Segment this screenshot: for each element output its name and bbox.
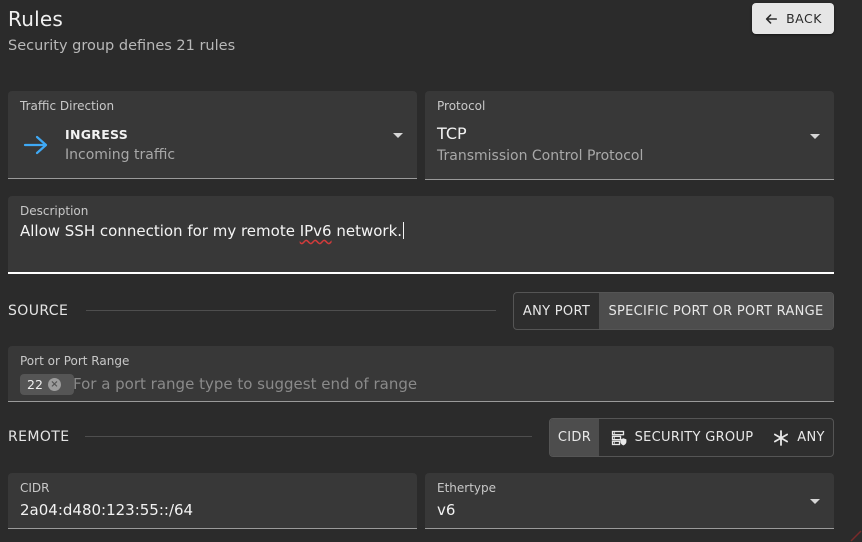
cidr-option-label: CIDR xyxy=(557,430,592,445)
page-title: Rules xyxy=(8,7,63,31)
protocol-select[interactable]: Protocol TCP Transmission Control Protoc… xyxy=(425,91,834,180)
asterisk-icon xyxy=(774,429,789,446)
any-option-label: ANY xyxy=(797,430,825,445)
any-option[interactable]: ANY xyxy=(765,419,833,456)
description-text-start: Allow SSH connection for my remote xyxy=(20,222,300,240)
description-label: Description xyxy=(20,204,89,218)
description-text-end: network. xyxy=(331,222,403,240)
port-range-field[interactable]: Port or Port Range 22 × For a port range… xyxy=(8,346,834,402)
chevron-down-icon xyxy=(393,133,403,138)
text-cursor xyxy=(403,222,405,239)
description-input[interactable]: Allow SSH connection for my remote IPv6 … xyxy=(20,222,405,240)
security-group-option-label: SECURITY GROUP xyxy=(634,430,754,445)
description-field[interactable]: Description Allow SSH connection for my … xyxy=(8,196,834,274)
chevron-down-icon xyxy=(810,499,820,504)
cidr-option[interactable]: CIDR xyxy=(550,419,599,456)
back-button[interactable]: BACK xyxy=(752,3,834,34)
specific-port-option[interactable]: SPECIFIC PORT OR PORT RANGE xyxy=(599,293,833,329)
security-group-option[interactable]: SECURITY GROUP xyxy=(599,419,765,456)
back-button-label: BACK xyxy=(786,11,822,26)
cidr-field[interactable]: CIDR 2a04:d480:123:55::/64 xyxy=(8,473,417,529)
traffic-direction-select[interactable]: Traffic Direction INGRESS Incoming traff… xyxy=(8,91,417,179)
any-port-option[interactable]: ANY PORT xyxy=(514,293,599,329)
protocol-label: Protocol xyxy=(437,99,486,113)
remote-section-label: REMOTE xyxy=(8,429,70,445)
protocol-description: Transmission Control Protocol xyxy=(437,148,644,164)
traffic-direction-label: Traffic Direction xyxy=(20,99,115,113)
port-range-input[interactable]: For a port range type to suggest end of … xyxy=(73,375,417,393)
source-toggle-group: ANY PORT SPECIFIC PORT OR PORT RANGE xyxy=(513,292,834,330)
page-subtitle: Security group defines 21 rules xyxy=(8,38,236,54)
server-shield-icon xyxy=(611,430,626,445)
port-range-label: Port or Port Range xyxy=(20,354,130,368)
source-divider xyxy=(86,310,496,311)
arrow-right-icon xyxy=(23,135,48,155)
ethertype-label: Ethertype xyxy=(437,481,497,495)
protocol-value: TCP xyxy=(437,124,467,143)
rules-page: Rules Security group defines 21 rules BA… xyxy=(0,0,862,542)
chip-remove-icon[interactable]: × xyxy=(47,378,61,391)
port-chip: 22 × xyxy=(20,374,74,395)
cidr-label: CIDR xyxy=(20,481,50,495)
source-section-label: SOURCE xyxy=(8,303,69,319)
port-chip-label: 22 xyxy=(27,377,43,392)
ethertype-value: v6 xyxy=(437,501,456,519)
arrow-left-icon xyxy=(765,13,778,24)
cidr-input[interactable]: 2a04:d480:123:55::/64 xyxy=(20,501,193,519)
chevron-down-icon xyxy=(810,134,820,139)
remote-toggle-group: CIDR SECURITY GROUP ANY xyxy=(549,418,834,457)
remote-divider xyxy=(85,436,532,437)
misspelled-word: IPv6 xyxy=(299,222,332,240)
traffic-direction-description: Incoming traffic xyxy=(65,147,176,163)
traffic-direction-value: INGRESS xyxy=(65,127,129,142)
ethertype-select[interactable]: Ethertype v6 xyxy=(425,473,834,529)
resize-handle-icon xyxy=(850,530,862,542)
